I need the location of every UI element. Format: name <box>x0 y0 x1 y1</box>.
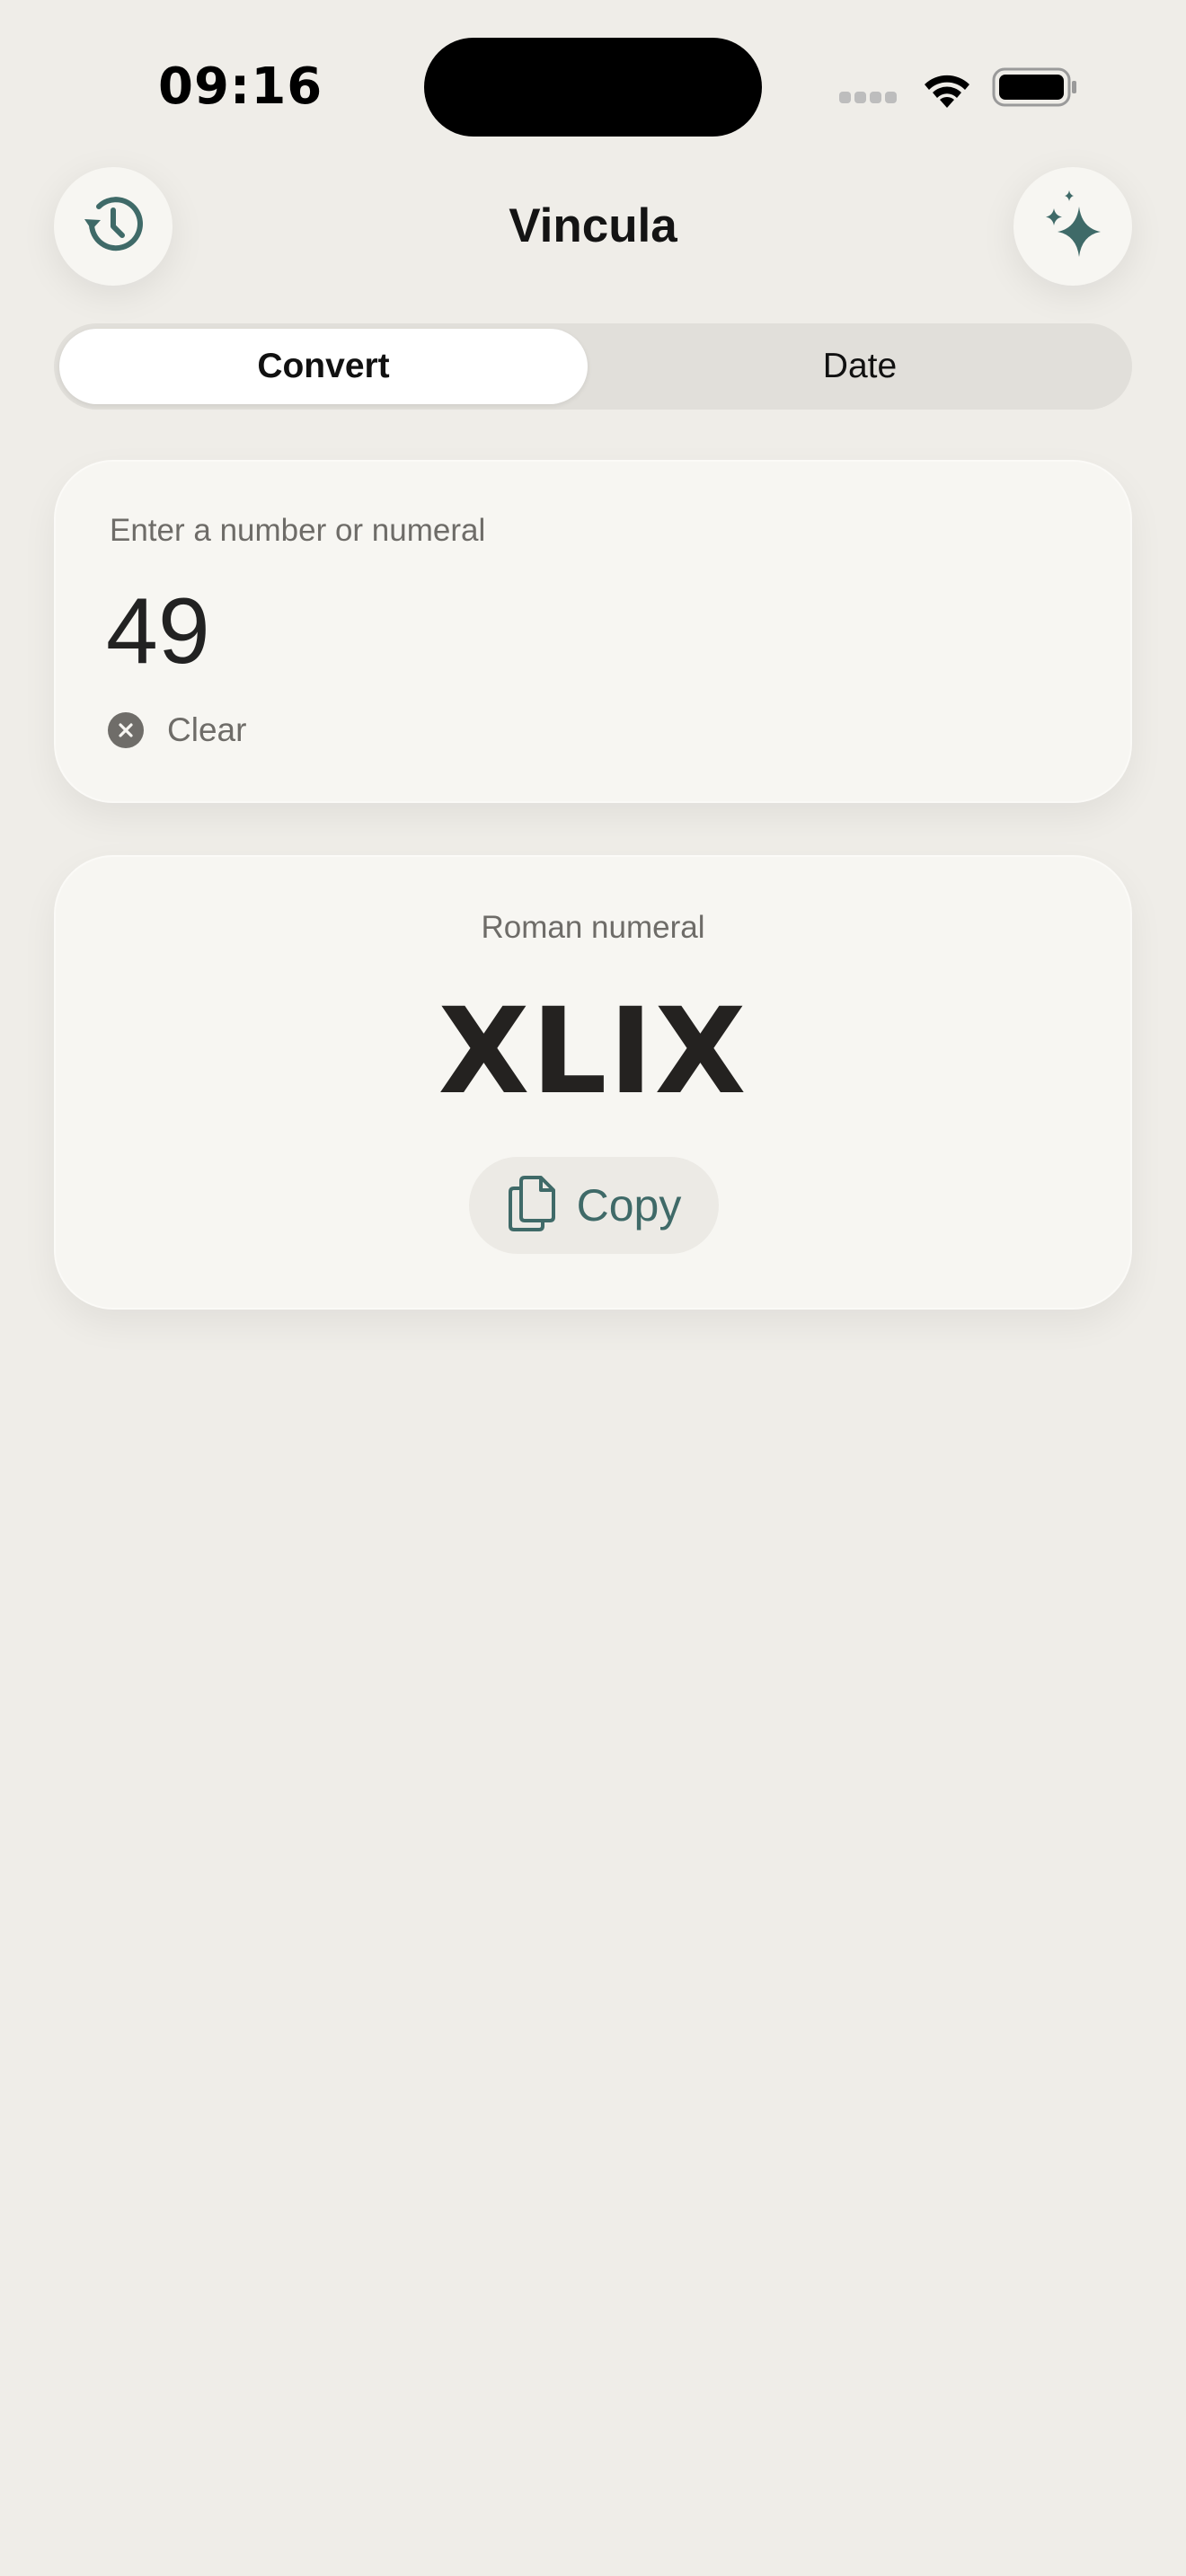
wifi-icon <box>918 66 976 111</box>
clear-icon <box>108 712 144 748</box>
copy-label: Copy <box>576 1180 682 1231</box>
cellular-signal-icon <box>839 92 902 104</box>
result-card: Roman numeral XLIX Copy <box>54 855 1132 1310</box>
app-title: Vincula <box>509 199 677 252</box>
sparkles-button[interactable] <box>1013 167 1132 286</box>
battery-icon <box>992 66 1078 108</box>
input-card[interactable]: Enter a number or numeral 49 Clear <box>54 460 1132 803</box>
dynamic-island <box>424 38 762 137</box>
copy-icon <box>507 1174 577 1238</box>
clear-label: Clear <box>167 711 247 748</box>
tab-date[interactable]: Date <box>593 329 1127 404</box>
sparkles-icon <box>1041 189 1104 265</box>
tab-convert[interactable]: Convert <box>59 329 588 404</box>
copy-button[interactable]: Copy <box>469 1157 719 1254</box>
clear-button[interactable]: Clear <box>108 708 246 753</box>
mode-segmented-control: Convert Date <box>54 323 1132 410</box>
history-icon <box>79 190 147 263</box>
result-label: Roman numeral <box>481 910 705 945</box>
input-label: Enter a number or numeral <box>110 513 486 548</box>
history-button[interactable] <box>54 167 173 286</box>
number-input[interactable]: 49 <box>106 573 210 690</box>
roman-numeral-result: XLIX <box>438 983 748 1121</box>
status-time: 09:16 <box>158 57 323 116</box>
